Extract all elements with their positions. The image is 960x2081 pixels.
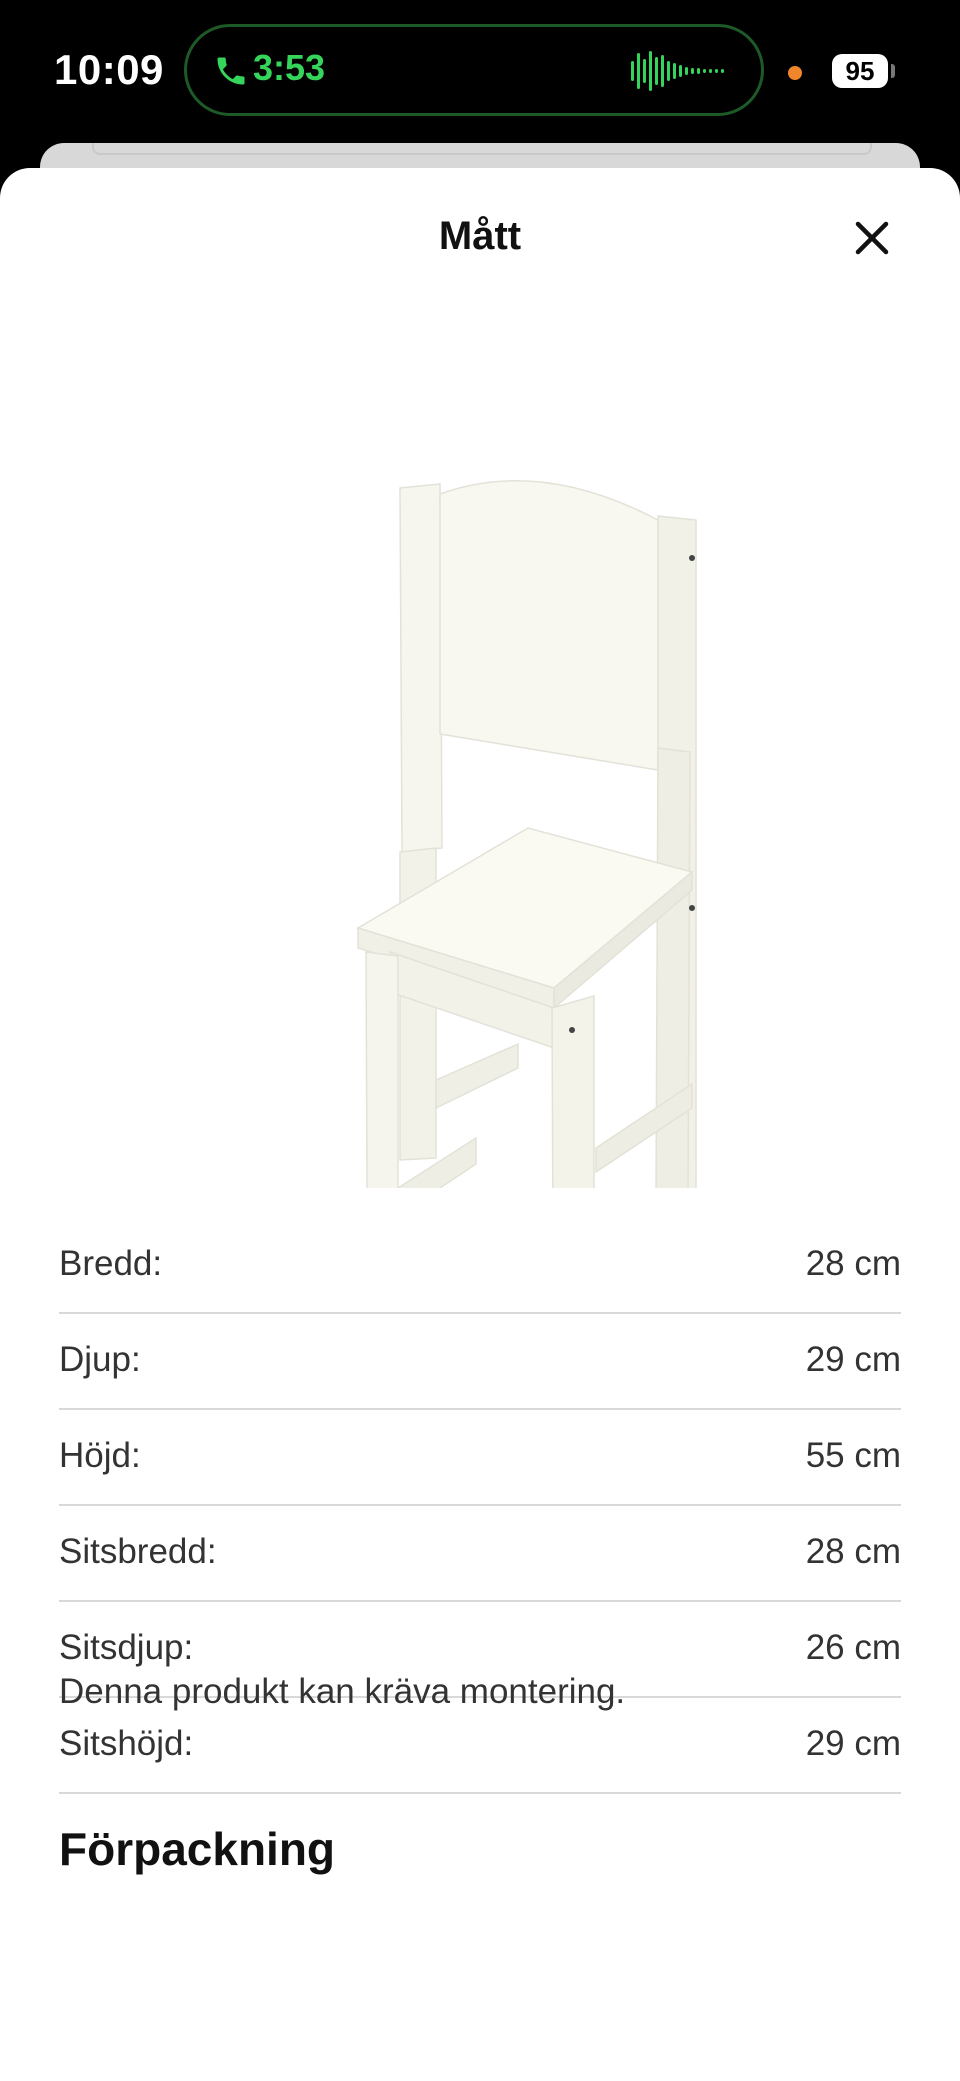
background-sheet-edge [92, 143, 872, 155]
active-call-pill[interactable]: 3:53 [184, 24, 764, 116]
dimension-label: Djup: [59, 1340, 141, 1379]
status-bar: 10:09 3:53 95 [0, 0, 960, 140]
battery-nub [891, 64, 895, 78]
dimension-label: Sitsbredd: [59, 1532, 217, 1571]
dimension-value: 28 cm [805, 1532, 901, 1571]
dimension-label: Sitsdjup: [59, 1628, 194, 1667]
phone-icon [217, 57, 245, 85]
close-icon[interactable] [846, 212, 898, 264]
dimension-row: Djup: 29 cm [59, 1314, 901, 1410]
dimension-value: 55 cm [805, 1436, 901, 1475]
dimension-label: Höjd: [59, 1436, 141, 1475]
packaging-heading: Förpackning [59, 1823, 336, 1875]
call-timer: 3:53 [253, 47, 326, 88]
dimension-row: Bredd: 28 cm [59, 1218, 901, 1314]
dimension-value: 26 cm [805, 1628, 901, 1667]
status-time: 10:09 [54, 46, 164, 93]
dimension-value: 29 cm [805, 1340, 901, 1379]
dimension-label: Bredd: [59, 1244, 163, 1283]
assembly-note: Denna produkt kan kräva montering. [59, 1672, 626, 1711]
dimension-row: Sitshöjd: 29 cm [59, 1698, 901, 1794]
product-image-chair [356, 480, 697, 1188]
battery-indicator: 95 [832, 54, 888, 88]
dimension-value: 28 cm [805, 1244, 901, 1283]
privacy-indicator-dot [788, 66, 802, 80]
dimensions-sheet: Mått Bredd: 28 cm Djup: 29 cm Höjd: 55 c… [0, 168, 960, 2081]
dimension-value: 29 cm [805, 1724, 901, 1763]
sheet-title: Mått [438, 214, 522, 258]
dimension-label: Sitshöjd: [59, 1724, 194, 1763]
audio-waveform-icon [631, 51, 724, 91]
dimension-row: Sitsbredd: 28 cm [59, 1506, 901, 1602]
dimension-row: Höjd: 55 cm [59, 1410, 901, 1506]
